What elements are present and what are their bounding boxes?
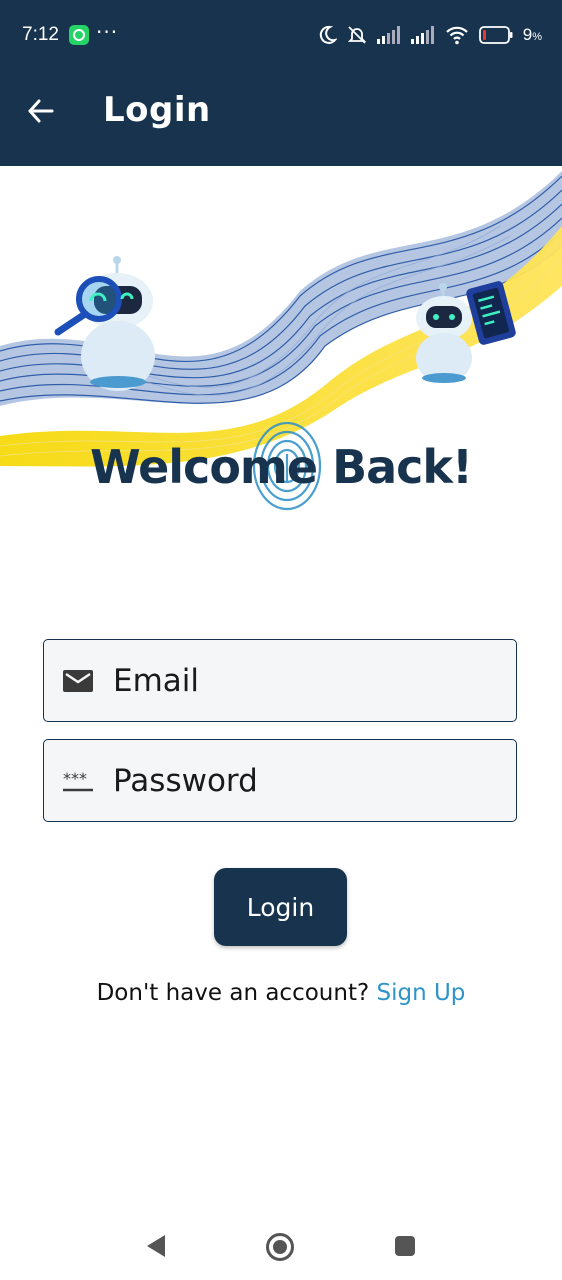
signup-prompt: Don't have an account? Sign Up: [0, 980, 562, 1006]
password-input[interactable]: [111, 740, 505, 822]
login-button[interactable]: Login: [214, 868, 347, 946]
signup-link[interactable]: Sign Up: [376, 980, 465, 1006]
nav-home-icon[interactable]: [265, 1232, 295, 1262]
whatsapp-icon: [69, 25, 89, 45]
password-icon: ***: [63, 769, 93, 792]
status-time: 7:12: [22, 24, 59, 45]
moon-icon: [319, 25, 337, 44]
password-field[interactable]: ***: [43, 739, 517, 822]
welcome-heading: Welcome Back!: [89, 440, 473, 494]
system-nav-bar: [0, 1210, 562, 1280]
battery-icon: [478, 26, 513, 44]
signal-icon: [410, 26, 434, 44]
status-bar: 7:12 ··· 9%: [0, 0, 562, 70]
more-notifications-icon: ···: [96, 20, 119, 44]
mail-icon: [63, 670, 93, 692]
status-icons: 9%: [317, 22, 542, 48]
email-field[interactable]: [43, 639, 517, 722]
signup-prompt-text: Don't have an account?: [96, 980, 370, 1006]
signal-icon: [376, 26, 400, 44]
battery-percent: 9%: [522, 25, 542, 44]
email-input[interactable]: [111, 640, 505, 722]
svg-text:***: ***: [63, 769, 87, 788]
arrow-left-icon[interactable]: [24, 94, 58, 128]
bell-muted-icon: [347, 26, 366, 44]
wifi-icon: [445, 26, 468, 45]
app-bar: Login: [0, 70, 562, 166]
nav-back-icon[interactable]: [145, 1234, 167, 1258]
nav-recents-icon[interactable]: [394, 1235, 416, 1257]
page-title: Login: [103, 90, 211, 130]
